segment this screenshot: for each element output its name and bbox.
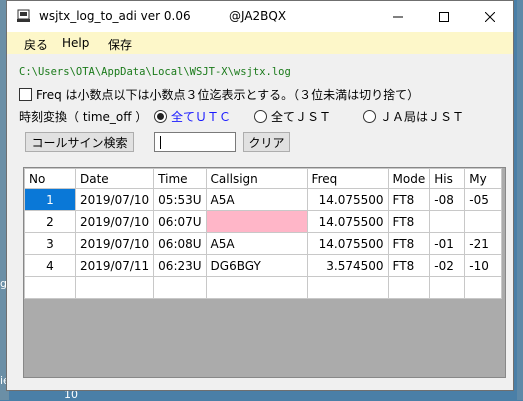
table-header-row: No Date Time Callsign Freq Mode His My [24, 168, 503, 189]
cell-time[interactable]: 05:53U [153, 188, 207, 211]
table-row[interactable]: 3 2019/07/10 06:08U A5A 14.075500 FT8 -0… [24, 232, 503, 255]
cell-my[interactable] [464, 210, 503, 233]
cell-freq[interactable]: 14.075500 [306, 210, 389, 233]
col-callsign[interactable]: Callsign [205, 168, 308, 189]
clear-button[interactable]: クリア [243, 132, 290, 152]
cell-mode[interactable]: FT8 [387, 232, 431, 255]
cell-empty[interactable] [153, 276, 207, 299]
cell-mode[interactable]: FT8 [387, 254, 431, 277]
close-icon [485, 11, 495, 22]
callsign-search-button[interactable]: コールサイン検索 [25, 132, 134, 152]
cell-callsign[interactable] [205, 210, 308, 233]
cell-empty[interactable] [429, 276, 466, 299]
cell-no[interactable]: 3 [24, 232, 76, 255]
cell-callsign[interactable]: A5A [205, 188, 308, 211]
cell-time[interactable]: 06:07U [153, 210, 207, 233]
log-table: No Date Time Callsign Freq Mode His My 1… [24, 168, 503, 299]
cell-no[interactable]: 1 [24, 188, 76, 211]
col-time[interactable]: Time [153, 168, 207, 189]
cell-his[interactable]: -01 [429, 232, 466, 255]
cell-his[interactable]: -08 [429, 188, 466, 211]
radio-ja-jst-label[interactable]: ＪＡ局はＪＳＴ [380, 108, 464, 125]
title-bar[interactable]: wsjtx_log_to_adi ver 0.06 @JA2BQX [7, 1, 513, 32]
maximize-button[interactable] [421, 1, 467, 32]
log-file-path: C:\Users\OTA\AppData\Local\WSJT-X\wsjtx.… [19, 66, 291, 78]
menu-save[interactable]: 保存 [108, 36, 132, 53]
menu-help[interactable]: Help [62, 36, 89, 50]
cell-freq[interactable]: 14.075500 [306, 232, 389, 255]
cell-time[interactable]: 06:08U [153, 232, 207, 255]
col-date[interactable]: Date [74, 168, 155, 189]
cell-my[interactable]: -05 [464, 188, 503, 211]
cell-empty[interactable] [205, 276, 308, 299]
menu-back[interactable]: 戻る [24, 36, 48, 53]
cell-callsign[interactable]: DG6BGY [205, 254, 308, 277]
cell-date[interactable]: 2019/07/10 [74, 210, 155, 233]
cell-my[interactable]: -21 [464, 232, 503, 255]
maximize-icon [439, 11, 449, 22]
cell-callsign[interactable]: A5A [205, 232, 308, 255]
cell-empty[interactable] [306, 276, 389, 299]
cell-freq[interactable]: 14.075500 [306, 188, 389, 211]
cell-empty[interactable] [24, 276, 76, 299]
cell-his[interactable]: -02 [429, 254, 466, 277]
col-no[interactable]: No [24, 168, 76, 189]
cell-date[interactable]: 2019/07/10 [74, 232, 155, 255]
freq-option-label: Freq は小数点以下は小数点３位迄表示とする。（３位未満は切り捨て） [36, 88, 420, 102]
cell-date[interactable]: 2019/07/11 [74, 254, 155, 277]
cell-date[interactable]: 2019/07/10 [74, 188, 155, 211]
cell-his[interactable] [429, 210, 466, 233]
table-row[interactable]: 4 2019/07/11 06:23U DG6BGY 3.574500 FT8 … [24, 254, 503, 277]
minimize-button[interactable] [375, 1, 421, 32]
table-row[interactable]: 2 2019/07/10 06:07U 14.075500 FT8 [24, 210, 503, 233]
cell-time[interactable]: 06:23U [153, 254, 207, 277]
cell-empty[interactable] [74, 276, 155, 299]
menu-bar: 戻る Help 保存 [7, 32, 513, 54]
cell-my[interactable]: -10 [464, 254, 503, 277]
window-title: wsjtx_log_to_adi ver 0.06 [39, 9, 191, 23]
cell-no[interactable]: 4 [24, 254, 76, 277]
time-conversion-label: 時刻変換（ time_off ） [19, 110, 148, 124]
app-window: wsjtx_log_to_adi ver 0.06 @JA2BQX 戻る Hel… [6, 0, 514, 391]
cell-freq[interactable]: 3.574500 [306, 254, 389, 277]
table-row-new[interactable] [24, 276, 503, 299]
radio-all-utc-label[interactable]: 全てＵＴＣ [171, 108, 231, 125]
cell-mode[interactable]: FT8 [387, 210, 431, 233]
radio-ja-jst[interactable] [363, 110, 376, 123]
table-row[interactable]: 1 2019/07/10 05:53U A5A 14.075500 FT8 -0… [24, 188, 503, 211]
minimize-icon [393, 16, 403, 17]
cell-mode[interactable]: FT8 [387, 188, 431, 211]
close-button[interactable] [467, 1, 513, 32]
radio-all-utc[interactable] [154, 110, 167, 123]
col-freq[interactable]: Freq [306, 168, 389, 189]
cell-empty[interactable] [387, 276, 431, 299]
window-callsign: @JA2BQX [229, 9, 287, 23]
col-mode[interactable]: Mode [387, 168, 431, 189]
freq-checkbox[interactable] [19, 88, 32, 101]
radio-all-jst-label[interactable]: 全てＪＳＴ [271, 108, 331, 125]
app-icon[interactable] [16, 9, 31, 24]
col-my[interactable]: My [464, 168, 503, 189]
desktop-right-strip [517, 0, 523, 400]
radio-all-jst[interactable] [254, 110, 267, 123]
log-grid[interactable]: No Date Time Callsign Freq Mode His My 1… [23, 167, 506, 378]
callsign-search-input[interactable] [154, 132, 236, 152]
cell-empty[interactable] [464, 276, 503, 299]
cell-no[interactable]: 2 [24, 210, 76, 233]
col-his[interactable]: His [429, 168, 466, 189]
